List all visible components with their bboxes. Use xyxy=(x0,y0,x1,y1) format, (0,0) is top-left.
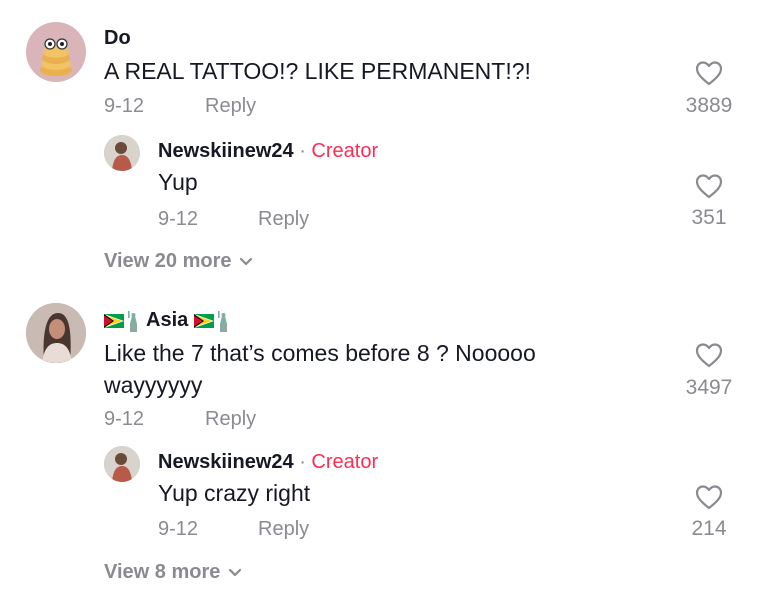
guyana-flag-icon xyxy=(104,313,124,328)
like-button[interactable] xyxy=(695,342,723,368)
user-photo-icon xyxy=(104,446,140,482)
chevron-down-icon xyxy=(229,568,242,576)
comment-text-line-2: wayyyyyy xyxy=(104,372,203,398)
like-count: 3497 xyxy=(685,376,733,399)
creator-badge: Creator xyxy=(311,451,379,473)
reply-username-text[interactable]: Newskiinew24 xyxy=(158,140,294,162)
like-button[interactable] xyxy=(695,60,723,86)
heart-icon xyxy=(695,174,723,199)
reply-username-text[interactable]: Newskiinew24 xyxy=(158,451,294,473)
comment-username-text[interactable]: Asia xyxy=(146,309,188,332)
separator-dot: · xyxy=(299,140,306,162)
reply-username[interactable]: Newskiinew24 · Creator xyxy=(158,140,378,163)
like-count: 214 xyxy=(691,517,727,540)
user-photo-icon xyxy=(104,135,140,171)
comment-date: 9-12 xyxy=(104,408,145,430)
comment-text-line-1: Like the 7 that’s comes before 8 ? Noooo… xyxy=(104,340,536,366)
avatar[interactable] xyxy=(26,303,86,363)
comment-username[interactable]: Do xyxy=(104,27,131,50)
avatar[interactable] xyxy=(26,22,86,82)
like-button[interactable] xyxy=(695,173,723,199)
reply-username[interactable]: Newskiinew24 · Creator xyxy=(158,451,378,474)
reply-button[interactable]: Reply xyxy=(205,408,256,431)
view-more-replies-button[interactable]: View 8 more xyxy=(104,561,242,584)
like-button[interactable] xyxy=(695,484,723,510)
creator-badge: Creator xyxy=(311,140,379,162)
reply-text: Yup crazy right xyxy=(158,480,311,506)
comment-username[interactable]: Asia xyxy=(104,309,230,332)
comment-date: 9-12 xyxy=(104,95,145,117)
guyana-flag-icon xyxy=(194,313,215,328)
view-more-label: View 8 more xyxy=(104,561,221,583)
statue-of-liberty-icon xyxy=(128,310,137,332)
reply-text: Yup xyxy=(158,169,198,195)
like-count: 351 xyxy=(691,206,727,229)
reply-date: 9-12 xyxy=(158,518,199,540)
chevron-down-icon xyxy=(240,257,253,265)
user-photo-icon xyxy=(26,303,86,363)
heart-icon xyxy=(695,485,723,510)
reply-button[interactable]: Reply xyxy=(258,208,309,231)
avatar[interactable] xyxy=(104,446,140,482)
separator-dot: · xyxy=(299,451,306,473)
like-count: 3889 xyxy=(685,94,733,117)
heart-icon xyxy=(695,61,723,86)
view-more-replies-button[interactable]: View 20 more xyxy=(104,250,253,273)
heart-icon xyxy=(695,343,723,368)
avatar[interactable] xyxy=(104,135,140,171)
statue-of-liberty-icon xyxy=(218,310,228,332)
reply-date: 9-12 xyxy=(158,208,199,230)
pancake-avatar-icon xyxy=(40,38,72,76)
reply-button[interactable]: Reply xyxy=(205,95,256,118)
reply-button[interactable]: Reply xyxy=(258,518,309,541)
view-more-label: View 20 more xyxy=(104,250,232,272)
comment-text: A REAL TATTOO!? LIKE PERMANENT!?! xyxy=(104,58,531,84)
